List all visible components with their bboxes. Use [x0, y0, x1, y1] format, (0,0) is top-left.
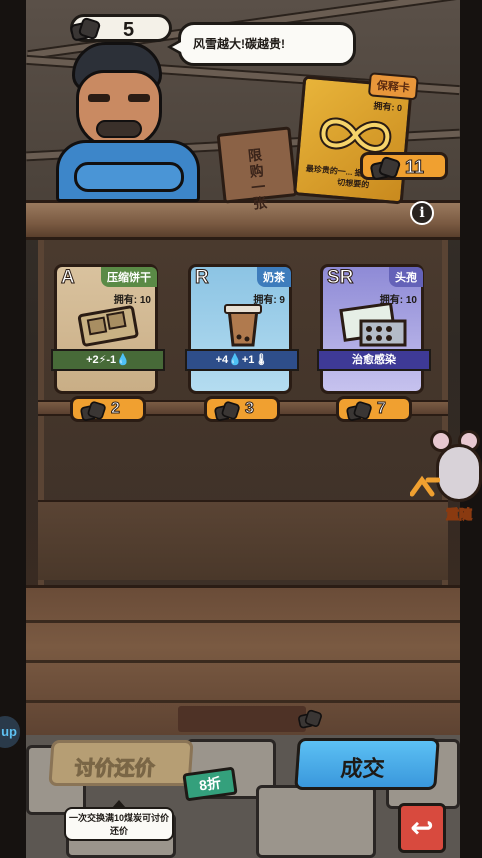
bail-card-price-value: 11 [404, 157, 425, 178]
refresh-label: 重随 [445, 507, 473, 523]
price-value: 3 [245, 400, 255, 418]
counter-slot [178, 706, 306, 732]
coal-icon [71, 18, 97, 38]
card-effect: +2⚡-1💧 [51, 349, 165, 371]
price-value: 2 [111, 400, 121, 418]
milktea-icon [224, 304, 262, 347]
card-effect: 治愈感染 [317, 349, 431, 371]
coal-icon [347, 402, 369, 419]
coal-icon [371, 157, 397, 177]
pill-box-icon [339, 303, 407, 347]
bail-card-owned: 拥有: 0 [373, 100, 403, 114]
top-shelf [26, 200, 460, 240]
game-screen: 5 风雪越大!碳越贵! 限购一张 保释卡 拥有: 0 最珍贵的一... 据说能兑… [0, 0, 482, 858]
bail-card[interactable]: 保释卡 拥有: 0 最珍贵的一... 据说能兑换一切想要的 [292, 72, 419, 205]
item-price-milktea[interactable]: 3 [204, 396, 280, 422]
item-price-antibiotic[interactable]: 7 [336, 396, 412, 422]
coal-icon [299, 710, 320, 726]
shuffle-icon [410, 475, 440, 497]
haggle-button[interactable]: 讨价还价 [48, 740, 194, 786]
info-icon[interactable]: i [410, 201, 434, 225]
card-rarity: SR [326, 267, 354, 289]
coal-counter: 5 [70, 14, 172, 42]
card-name: 奶茶 [257, 267, 291, 287]
card-name: 头孢 [389, 267, 423, 287]
right-border [460, 0, 482, 858]
card-rarity: A [61, 267, 76, 289]
bail-card-price[interactable]: 11 [360, 152, 448, 180]
back-button[interactable]: ↩ [398, 803, 446, 853]
deal-button[interactable]: 成交 [294, 738, 440, 790]
shopkeeper-eye [128, 94, 150, 102]
deal-label: 成交 [339, 756, 386, 781]
haggle-tip: 一次交换满10煤炭可讨价还价 [64, 800, 174, 841]
price-value: 7 [377, 400, 387, 418]
card-rarity: R [195, 267, 210, 289]
item-card-antibiotic[interactable]: SR 头孢 拥有: 10 治愈感染 [317, 264, 431, 394]
item-card-biscuit[interactable]: A 压缩饼干 拥有: 10 +2⚡-1💧 [51, 264, 165, 394]
limit-sign: 限购一张 [216, 126, 298, 212]
counter-line [26, 660, 460, 663]
item-card-milktea[interactable]: R 奶茶 拥有: 9 +4💧+1🌡 [185, 264, 299, 394]
counter-line [26, 620, 460, 623]
haggle-label: 讨价还价 [73, 758, 156, 781]
biscuit-icon [77, 305, 139, 347]
coal-count: 5 [123, 19, 135, 41]
coal-icon [215, 402, 237, 419]
shopkeeper-eye [88, 94, 110, 102]
card-effect: +4💧+1🌡 [185, 349, 299, 371]
shopkeeper [50, 40, 200, 202]
speech-text: 风雪越大!碳越贵! [193, 37, 285, 51]
speech-bubble: 风雪越大!碳越贵! [167, 22, 356, 66]
shopkeeper-arms [74, 162, 184, 192]
rock [256, 785, 376, 858]
mouse-body [436, 444, 482, 502]
coal-icon [81, 402, 103, 419]
bail-card-tag: 保释卡 [367, 72, 419, 101]
back-arrow-icon: ↩ [410, 812, 434, 843]
item-price-biscuit[interactable]: 2 [70, 396, 146, 422]
lower-shelf [38, 500, 448, 580]
counter-line [26, 700, 460, 703]
shopkeeper-beard [96, 120, 142, 138]
card-name: 压缩饼干 [101, 267, 157, 287]
